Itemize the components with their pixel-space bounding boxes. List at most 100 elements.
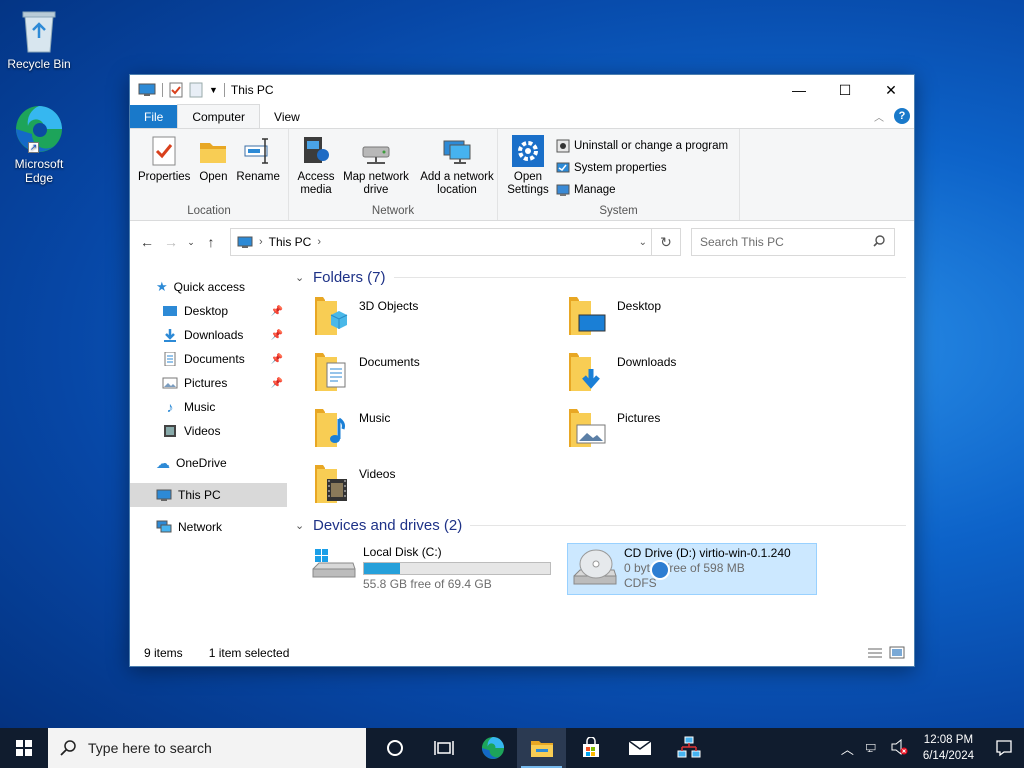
- mail-envelope-icon: [628, 740, 651, 755]
- add-network-location-icon: [443, 140, 471, 164]
- manage-button[interactable]: Manage: [556, 181, 728, 199]
- breadcrumb-this-pc[interactable]: This PC: [269, 235, 312, 249]
- refresh-button[interactable]: ↻: [651, 228, 681, 256]
- system-properties-button[interactable]: System properties: [556, 159, 728, 177]
- busy-cursor-icon: [650, 560, 670, 580]
- address-bar-row: ← → ⌄ ↑ › This PC › ⌄ ↻: [130, 221, 914, 263]
- search-box[interactable]: [691, 228, 895, 256]
- ribbon-group-location: Properties Open Rename Location: [130, 129, 289, 220]
- nav-quick-access-label: Quick access: [173, 280, 246, 294]
- folders-section-header[interactable]: ⌄ Folders (7): [295, 263, 914, 291]
- nav-pictures[interactable]: Pictures 📌: [130, 371, 287, 395]
- search-input[interactable]: [700, 235, 860, 249]
- properties-label: Properties: [138, 171, 191, 183]
- search-icon[interactable]: [872, 234, 886, 248]
- details-view-icon[interactable]: [866, 646, 884, 660]
- breadcrumb-chevron-end-icon[interactable]: ›: [317, 236, 321, 248]
- recent-locations-dropdown[interactable]: ⌄: [186, 237, 196, 248]
- desktop-icon: [163, 306, 177, 316]
- recycle-bin-desktop-icon[interactable]: Recycle Bin: [2, 8, 76, 71]
- collapse-ribbon-icon[interactable]: ︿: [874, 109, 884, 124]
- drive-d[interactable]: CD Drive (D:) virtio-win-0.1.240 0 bytes…: [567, 543, 817, 595]
- folder-desktop[interactable]: Desktop: [567, 293, 821, 341]
- tab-view[interactable]: View: [260, 105, 314, 128]
- open-folder-icon: [200, 143, 227, 163]
- properties-qat-icon[interactable]: [169, 82, 183, 98]
- tab-computer[interactable]: Computer: [177, 104, 261, 128]
- nav-onedrive[interactable]: ☁ OneDrive: [130, 451, 287, 475]
- nav-desktop[interactable]: Desktop 📌: [130, 299, 287, 323]
- nav-music[interactable]: ♪ Music: [130, 395, 287, 419]
- nav-this-pc[interactable]: This PC: [130, 483, 287, 507]
- taskbar-store[interactable]: [566, 728, 615, 768]
- folder-pictures[interactable]: Pictures: [567, 405, 821, 453]
- folder-pictures-label: Pictures: [617, 411, 661, 425]
- taskbar-edge[interactable]: [468, 728, 517, 768]
- folder-documents[interactable]: Documents: [313, 349, 567, 397]
- taskbar-network-app[interactable]: [664, 728, 713, 768]
- up-button[interactable]: ↑: [202, 234, 220, 250]
- folder-music-label: Music: [359, 411, 391, 425]
- nav-videos[interactable]: Videos: [130, 419, 287, 443]
- breadcrumb-chevron-icon[interactable]: ›: [259, 236, 263, 248]
- folder-3d-objects[interactable]: 3D Objects: [313, 293, 567, 341]
- status-bar: 9 items 1 item selected: [130, 640, 914, 666]
- taskbar-mail[interactable]: [615, 728, 664, 768]
- qat-dropdown-icon[interactable]: ▼: [209, 85, 218, 95]
- minimize-button[interactable]: —: [776, 75, 822, 105]
- nav-network[interactable]: Network: [130, 515, 287, 539]
- help-icon[interactable]: ?: [894, 108, 910, 124]
- folder-downloads-label: Downloads: [617, 355, 677, 369]
- nav-music-label: Music: [184, 400, 216, 414]
- uninstall-icon: [556, 139, 570, 153]
- edge-taskbar-icon: [481, 736, 504, 760]
- notification-icon: [996, 740, 1012, 757]
- taskbar-search-box[interactable]: Type here to search: [48, 728, 366, 768]
- start-button[interactable]: [0, 728, 48, 768]
- nav-network-label: Network: [178, 520, 223, 534]
- folder-downloads[interactable]: Downloads: [567, 349, 821, 397]
- drives-section-header[interactable]: ⌄ Devices and drives (2): [295, 511, 914, 539]
- large-icons-view-icon[interactable]: [888, 646, 906, 660]
- collapse-chevron-icon[interactable]: ⌄: [295, 271, 305, 284]
- cd-drive-icon: [573, 549, 617, 585]
- notification-center-button[interactable]: [984, 728, 1024, 768]
- system-properties-label: System properties: [574, 162, 667, 174]
- uninstall-program-button[interactable]: Uninstall or change a program: [556, 137, 728, 155]
- network-status-icon[interactable]: [859, 740, 885, 756]
- clock[interactable]: 12:08 PM 6/14/2024: [913, 732, 984, 764]
- folder-videos[interactable]: Videos: [313, 461, 567, 509]
- edge-desktop-icon[interactable]: ↗ Microsoft Edge: [2, 104, 76, 185]
- folder-music[interactable]: Music: [313, 405, 567, 453]
- nav-documents[interactable]: Documents 📌: [130, 347, 287, 371]
- star-icon: ★: [156, 279, 168, 294]
- volume-muted-icon[interactable]: [885, 738, 913, 758]
- ribbon-group-system: Open Settings Uninstall or change a prog…: [498, 129, 740, 220]
- maximize-button[interactable]: ☐: [822, 75, 868, 105]
- nav-quick-access[interactable]: ★ Quick access: [130, 275, 287, 299]
- taskbar-search-icon: [60, 740, 76, 756]
- close-button[interactable]: ✕: [868, 75, 914, 105]
- taskbar-file-explorer[interactable]: [517, 728, 566, 768]
- address-field[interactable]: › This PC › ⌄: [230, 228, 652, 256]
- task-view-button[interactable]: [419, 728, 468, 768]
- back-button[interactable]: ←: [138, 234, 156, 250]
- cortana-button[interactable]: [370, 728, 419, 768]
- collapse-chevron-icon[interactable]: ⌄: [295, 519, 305, 532]
- pin-icon: 📌: [270, 353, 283, 365]
- new-folder-qat-icon[interactable]: [189, 82, 203, 98]
- folder-3d-objects-label: 3D Objects: [359, 299, 419, 313]
- store-bag-icon: [582, 737, 599, 757]
- drive-c-free: 55.8 GB free of 69.4 GB: [363, 577, 492, 591]
- drive-c[interactable]: Local Disk (C:) 55.8 GB free of 69.4 GB: [307, 543, 557, 595]
- nav-downloads[interactable]: Downloads 📌: [130, 323, 287, 347]
- manage-label: Manage: [574, 184, 616, 196]
- properties-icon: [152, 136, 176, 166]
- show-hidden-icons-icon[interactable]: ︿: [836, 739, 859, 758]
- tab-file[interactable]: File: [130, 105, 178, 128]
- downloads-icon: [164, 329, 176, 342]
- folder-3d-objects-icon: [315, 297, 348, 335]
- forward-button[interactable]: →: [162, 234, 180, 250]
- address-dropdown-icon[interactable]: ⌄: [639, 237, 647, 248]
- drive-c-usage-fill: [364, 563, 401, 574]
